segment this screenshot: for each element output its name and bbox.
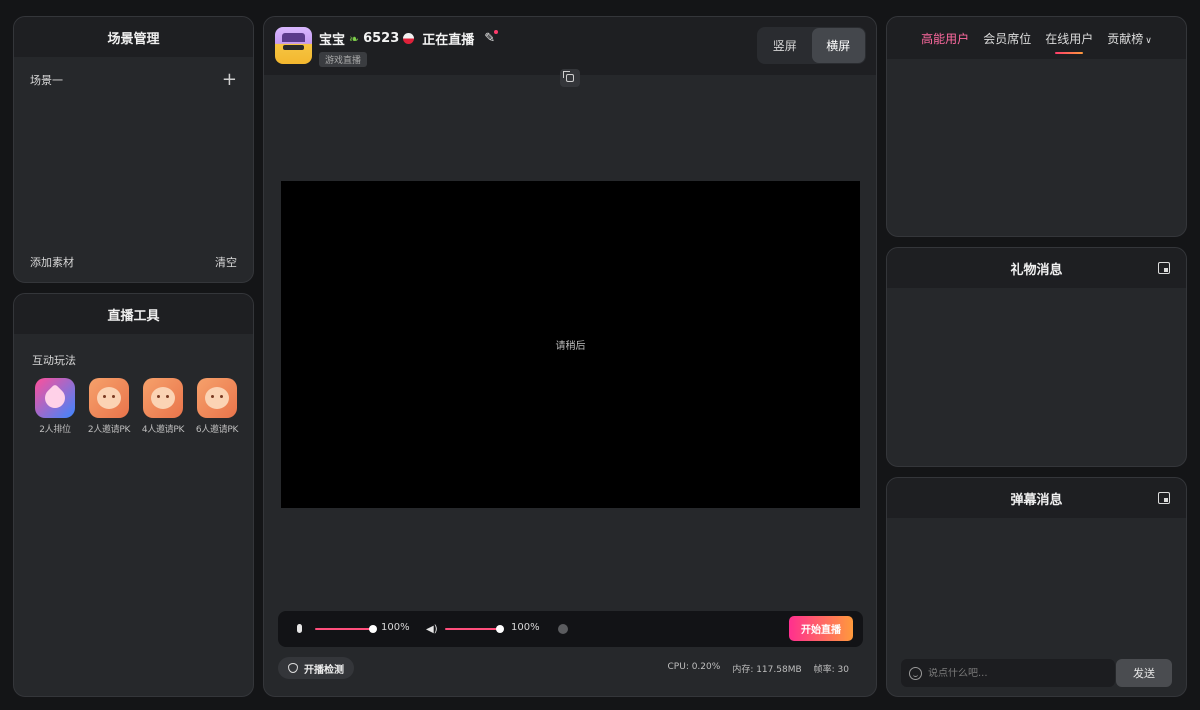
tools-grid: 2人排位 2人邀请PK 4人邀请PK 6人邀请PK [31, 378, 253, 435]
start-live-button[interactable]: 开始直播 [789, 616, 853, 641]
cpu-stat: CPU: 0.20% [667, 662, 721, 672]
tab-contribution-label: 贡献榜 [1107, 31, 1144, 46]
tool-label: 2人邀请PK [87, 425, 131, 435]
tab-online-users[interactable]: 在线用户 [1045, 30, 1093, 54]
avatar[interactable] [275, 27, 312, 64]
popout-icon[interactable] [1158, 262, 1170, 274]
slider-knob[interactable] [496, 625, 504, 633]
pk-face-icon [197, 378, 237, 418]
tool-label: 2人排位 [39, 425, 71, 435]
gift-panel-header: 礼物消息 [887, 248, 1186, 288]
tool-label: 6人邀请PK [195, 425, 239, 435]
fans-count: 6523 [363, 31, 400, 46]
live-main-panel: 宝宝 ❧ 6523 正在直播 ✎ 游戏直播 竖屏 横屏 请稍后 100% ◀) … [263, 16, 877, 697]
landscape-button[interactable]: 横屏 [811, 28, 865, 63]
performance-stats: CPU: 0.20% 内存: 117.58MB 帧率: 30 [668, 662, 849, 675]
slider-knob[interactable] [369, 625, 377, 633]
danmu-panel-title: 弹幕消息 [1010, 492, 1063, 508]
category-tag[interactable]: 游戏直播 [319, 52, 368, 67]
tab-contribution-rank[interactable]: 贡献榜 ∨ [1107, 30, 1152, 47]
pk-face-icon [89, 378, 129, 418]
tool-label: 4人邀请PK [141, 425, 185, 435]
gift-messages-panel: 礼物消息 [886, 247, 1187, 467]
scene-name: 场景一 [30, 74, 63, 87]
add-material-button[interactable]: 添加素材 [30, 254, 74, 270]
streamer-header: 宝宝 ❧ 6523 正在直播 ✎ 游戏直播 竖屏 横屏 [264, 17, 876, 75]
memory-stat: 内存: 117.58MB [732, 665, 802, 675]
stream-check-button[interactable]: 开播检测 [278, 657, 354, 679]
copy-icon[interactable] [560, 69, 580, 87]
users-tabs: 高能用户 会员席位 在线用户 贡献榜 ∨ [887, 17, 1186, 59]
leaf-icon: ❧ [349, 31, 360, 46]
record-icon [403, 33, 415, 44]
mic-volume-value: 100% [381, 622, 410, 633]
preview-loading-text: 请稍后 [555, 341, 586, 352]
emoji-icon[interactable] [909, 666, 922, 680]
speaker-volume-value: 100% [511, 622, 540, 633]
chat-input[interactable] [928, 667, 1098, 679]
interactive-section-title: 互动玩法 [32, 354, 76, 367]
live-status: 正在直播 [422, 33, 475, 48]
user-name: 宝宝 [319, 33, 346, 48]
edit-icon[interactable]: ✎ [484, 30, 499, 46]
tab-high-energy-users[interactable]: 高能用户 [921, 30, 969, 47]
danmu-panel-header: 弹幕消息 [887, 478, 1186, 518]
pk-face-icon [143, 378, 183, 418]
mic-volume-slider[interactable] [315, 625, 377, 633]
tool-2-person-pk[interactable]: 2人邀请PK [85, 378, 133, 435]
stream-check-label: 开播检测 [304, 664, 344, 676]
speaker-volume-slider[interactable] [445, 625, 504, 633]
scene-panel-title: 场景管理 [14, 17, 253, 57]
heart-icon [35, 378, 75, 418]
status-dot [558, 624, 568, 634]
chat-input-wrapper [901, 659, 1115, 687]
tool-6-person-pk[interactable]: 6人邀请PK [193, 378, 241, 435]
danmu-messages-panel: 弹幕消息 发送 [886, 477, 1187, 697]
popout-icon[interactable] [1158, 492, 1170, 504]
tab-member-seats[interactable]: 会员席位 [983, 30, 1031, 47]
microphone-icon[interactable] [297, 624, 302, 633]
fps-stat: 帧率: 30 [813, 665, 849, 675]
chevron-down-icon: ∨ [1145, 35, 1152, 46]
gift-panel-title: 礼物消息 [1010, 262, 1063, 278]
portrait-button[interactable]: 竖屏 [758, 28, 812, 63]
plus-icon[interactable]: + [222, 71, 237, 89]
tool-2-person-rank[interactable]: 2人排位 [31, 378, 79, 435]
audio-control-bar: 100% ◀) 100% 开始直播 [278, 611, 863, 647]
clear-button[interactable]: 清空 [215, 254, 237, 270]
scene-management-panel: 场景管理 场景一 + 添加素材 清空 [13, 16, 254, 283]
shield-icon [288, 663, 298, 673]
speaker-icon[interactable]: ◀) [426, 624, 438, 635]
tools-panel-title: 直播工具 [14, 294, 253, 334]
users-panel: 高能用户 会员席位 在线用户 贡献榜 ∨ [886, 16, 1187, 237]
tool-4-person-pk[interactable]: 4人邀请PK [139, 378, 187, 435]
orientation-toggle: 竖屏 横屏 [757, 27, 866, 64]
stream-preview[interactable]: 请稍后 [281, 181, 860, 508]
live-tools-panel: 直播工具 互动玩法 2人排位 2人邀请PK 4人邀请PK 6人邀请PK [13, 293, 254, 697]
scene-item[interactable]: 场景一 + [14, 71, 253, 89]
send-button[interactable]: 发送 [1116, 659, 1172, 687]
